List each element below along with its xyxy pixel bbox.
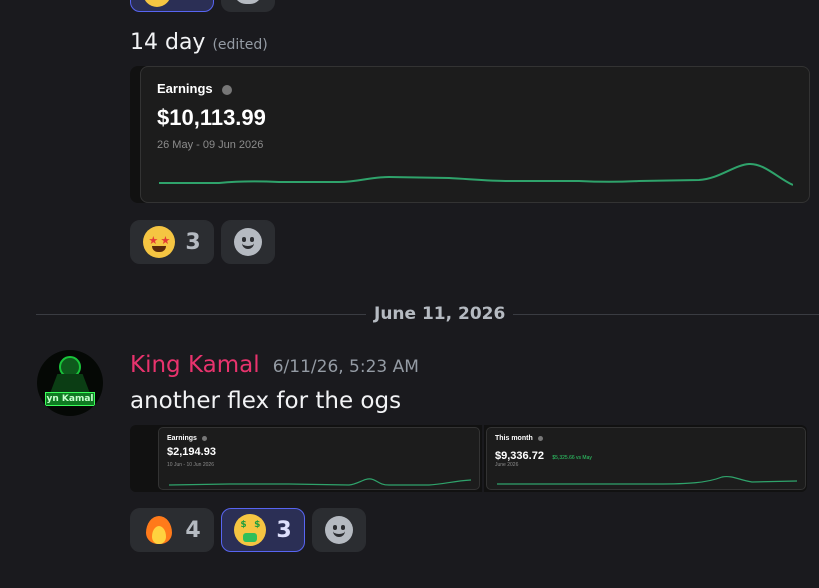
top-add-reaction-partial[interactable] [221, 0, 275, 12]
image-attachment[interactable]: Earnings $10,113.99 26 May - 09 Jun 2026 [130, 66, 810, 203]
money-mouth-emoji: $ $ [234, 514, 267, 546]
card-amount: $10,113.99 [157, 105, 266, 130]
avatar-label: yn Kamal [45, 392, 95, 406]
card-badge: $5,325.66 vs May [552, 455, 592, 461]
image-attachment-2[interactable]: This month $9,336.72 $5,325.66 vs May Ju… [484, 425, 807, 492]
reaction-count: 3 [276, 517, 292, 543]
top-reaction-partial[interactable] [130, 0, 214, 12]
date-divider-label: June 11, 2026 [366, 304, 514, 324]
add-reaction-icon [234, 228, 262, 256]
author-name[interactable]: King Kamal [130, 352, 260, 378]
message-content: 14 day [130, 30, 206, 55]
info-icon [201, 435, 207, 441]
card-amount: $2,194.93 [167, 446, 216, 458]
avatar[interactable]: yn Kamal [37, 350, 103, 416]
card-date-range: June 2026 [495, 462, 519, 468]
timestamp: 6/11/26, 5:23 AM [272, 357, 419, 377]
reaction-count: 3 [185, 229, 201, 255]
this-month-card: This month $9,336.72 $5,325.66 vs May Ju… [486, 427, 806, 490]
month-sparkline [497, 475, 797, 485]
earnings-sparkline [159, 162, 793, 186]
star-struck-emoji: ★ ★ [143, 226, 176, 258]
message-text: another flex for the ogs [130, 388, 402, 414]
emoji-partial-icon [143, 0, 171, 7]
add-reaction-button[interactable] [312, 508, 366, 552]
card-date-range: 10 Jun - 10 Jun 2026 [167, 462, 214, 468]
reaction-fire[interactable]: 4 [130, 508, 214, 552]
earnings-card: Earnings $2,194.93 10 Jun - 10 Jun 2026 [158, 427, 480, 490]
edited-label: (edited) [212, 37, 268, 53]
image-attachment-1[interactable]: Earnings $2,194.93 10 Jun - 10 Jun 2026 [130, 425, 482, 492]
card-date-range: 26 May - 09 Jun 2026 [157, 139, 264, 151]
fire-emoji [143, 514, 175, 546]
reaction-count: 4 [185, 517, 201, 543]
card-title: Earnings [157, 81, 213, 96]
card-amount: $9,336.72 [495, 450, 544, 462]
reaction-money-mouth[interactable]: $ $ 3 [221, 508, 305, 552]
message-text: 14 day (edited) [130, 30, 268, 55]
message-header: King Kamal 6/11/26, 5:23 AM [130, 352, 419, 378]
card-title: This month [495, 435, 533, 442]
info-icon [222, 84, 233, 95]
add-reaction-icon [325, 516, 353, 544]
earnings-sparkline [169, 478, 471, 486]
reaction-star-struck[interactable]: ★ ★ 3 [130, 220, 214, 264]
card-title: Earnings [167, 435, 197, 442]
info-icon [537, 435, 543, 441]
smile-partial-icon [234, 0, 262, 4]
add-reaction-button[interactable] [221, 220, 275, 264]
earnings-card: Earnings $10,113.99 26 May - 09 Jun 2026 [140, 66, 810, 203]
